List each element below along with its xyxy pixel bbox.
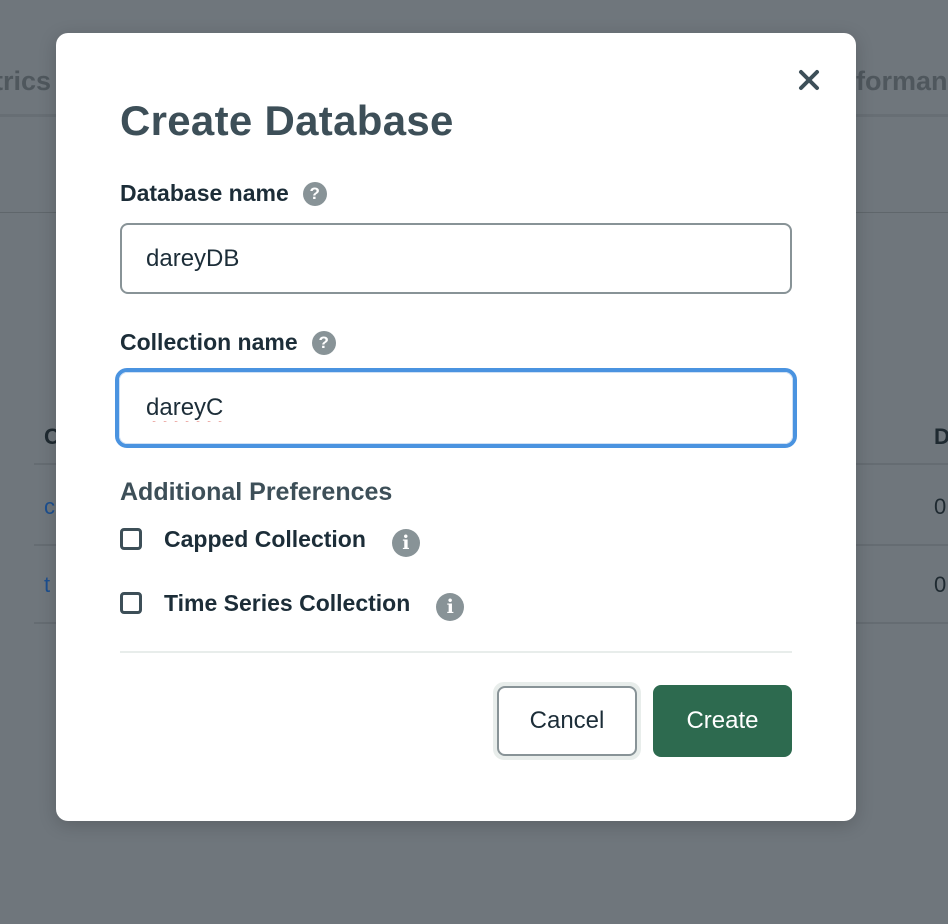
capped-collection-label[interactable]: Capped Collection bbox=[164, 526, 366, 553]
collection-name-input[interactable] bbox=[119, 372, 793, 444]
time-series-collection-option[interactable]: Time Series Collection i bbox=[120, 585, 465, 621]
bg-row-2-value: 0 bbox=[934, 572, 947, 597]
bg-tab-performance: forman bbox=[856, 66, 948, 96]
question-icon[interactable]: ? bbox=[302, 181, 327, 206]
time-series-collection-checkbox[interactable] bbox=[120, 592, 142, 614]
database-name-label-row: Database name ? bbox=[120, 180, 327, 207]
time-series-collection-label[interactable]: Time Series Collection bbox=[164, 590, 410, 617]
capped-collection-option[interactable]: Capped Collection i bbox=[120, 521, 420, 557]
close-icon bbox=[799, 70, 819, 90]
footer-divider bbox=[120, 651, 792, 653]
info-icon[interactable]: i bbox=[436, 593, 465, 621]
question-icon[interactable]: ? bbox=[311, 330, 336, 355]
create-database-modal: Create Database Database name ? Collecti… bbox=[56, 33, 856, 821]
cancel-button[interactable]: Cancel bbox=[493, 682, 641, 760]
collection-name-focus-ring bbox=[115, 368, 797, 448]
cancel-button-label[interactable]: Cancel bbox=[497, 686, 637, 756]
info-icon[interactable]: i bbox=[391, 529, 420, 557]
bg-row-1-value: 0 bbox=[934, 494, 947, 519]
bg-table-header-last: D bbox=[934, 424, 948, 449]
create-button[interactable]: Create bbox=[653, 685, 792, 757]
capped-collection-checkbox[interactable] bbox=[120, 528, 142, 550]
collection-name-label: Collection name bbox=[120, 329, 298, 355]
additional-preferences-title: Additional Preferences bbox=[120, 478, 393, 506]
bg-row-1-link: c bbox=[44, 494, 55, 519]
database-name-label: Database name bbox=[120, 180, 289, 206]
database-name-input[interactable] bbox=[120, 223, 792, 294]
modal-title: Create Database bbox=[120, 97, 454, 144]
close-button[interactable] bbox=[793, 64, 825, 96]
bg-tab-metrics: trics bbox=[0, 66, 52, 96]
collection-name-label-row: Collection name ? bbox=[120, 329, 336, 356]
bg-row-2-link: t bbox=[44, 572, 51, 597]
